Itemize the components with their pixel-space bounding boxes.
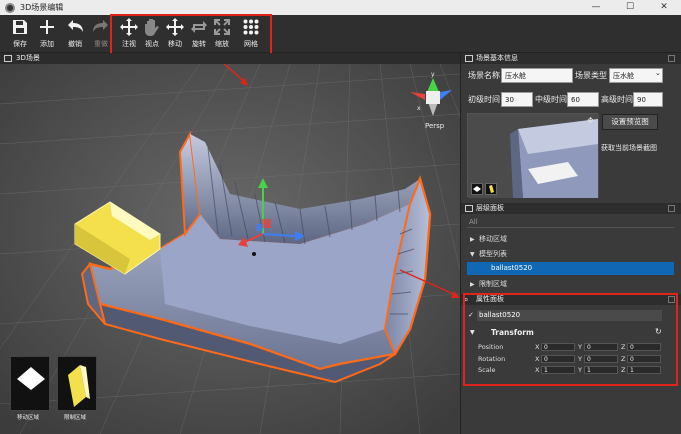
capture-screenshot-button[interactable]: 获取当前场景截图 xyxy=(601,143,657,153)
window-title: 3D场景编辑 xyxy=(20,3,64,12)
properties-highlight-box xyxy=(463,293,678,386)
pin-icon[interactable] xyxy=(668,55,675,62)
crosshair-icon: ✥ xyxy=(587,116,594,125)
close-button[interactable]: ✕ xyxy=(647,0,681,15)
toolbar: 保存 添加 撤销 重做 注视 视点 移动 旋转 缩放 网格 xyxy=(0,15,681,53)
tree-item-limit-region[interactable]: ▶ 限制区域 xyxy=(467,278,674,291)
axis-x-label: x xyxy=(417,105,421,112)
axis-y-label: y xyxy=(431,71,435,78)
middle-time-input[interactable]: 60 xyxy=(567,92,599,107)
asset-move-region[interactable] xyxy=(10,356,50,411)
limit-region-thumbnail-icon xyxy=(68,365,90,407)
camera-mode-label: Persp xyxy=(425,122,445,130)
collapse-arrow-icon[interactable]: ▼ xyxy=(470,248,475,261)
tree-item-model-list[interactable]: ▼ 模型列表 xyxy=(467,248,674,261)
pin-icon[interactable] xyxy=(668,205,675,212)
scene-name-label: 场景名称 xyxy=(468,71,500,80)
scene-type-label: 场景类型 xyxy=(575,71,607,80)
right-panels: 场景基本信息 场景名称 压水舱 场景类型 压水舱 ⌄ 初级时间 30 中级时间 … xyxy=(460,53,681,434)
chevron-down-icon[interactable]: ⌄ xyxy=(655,69,661,77)
junior-time-input[interactable]: 30 xyxy=(501,92,533,107)
tree-item-move-region[interactable]: ▶ 移动区域 xyxy=(467,233,674,246)
maximize-button[interactable]: ☐ xyxy=(613,0,647,15)
asset-limit-region[interactable] xyxy=(57,356,97,411)
toolbar-highlight-box xyxy=(110,14,272,56)
scene-viewport[interactable]: y x Persp 移动区域 限制区域 xyxy=(0,64,460,434)
senior-time-input[interactable]: 90 xyxy=(633,92,663,107)
senior-time-label: 高级时间 xyxy=(601,95,633,104)
expand-arrow-icon[interactable]: ▶ xyxy=(470,278,475,291)
minimize-button[interactable]: — xyxy=(579,0,613,15)
scene-name-input[interactable]: 压水舱 xyxy=(501,68,573,83)
asset-limit-region-label: 限制区域 xyxy=(64,415,87,421)
window-controls: — ☐ ✕ xyxy=(579,0,681,15)
hierarchy-search-input[interactable]: All xyxy=(467,217,674,228)
save-icon xyxy=(7,17,33,37)
undo-icon xyxy=(62,17,88,37)
middle-time-label: 中级时间 xyxy=(535,95,567,104)
preview-move-region-icon xyxy=(471,183,483,195)
viewport-icon xyxy=(4,55,12,62)
plus-icon xyxy=(34,17,60,37)
title-bar: 3D场景编辑 — ☐ ✕ xyxy=(0,0,681,15)
junior-time-label: 初级时间 xyxy=(468,95,500,104)
panel-icon xyxy=(465,55,473,62)
expand-arrow-icon[interactable]: ▶ xyxy=(470,233,475,246)
save-button[interactable]: 保存 xyxy=(7,17,33,51)
tree-item-ballast0520[interactable]: ballast0520 xyxy=(467,262,674,275)
preview-image: ✥ xyxy=(467,113,599,198)
move-region-thumbnail-icon xyxy=(17,367,45,390)
app-icon xyxy=(5,2,15,13)
asset-move-region-label: 移动区域 xyxy=(17,415,40,421)
scene-info-header: 场景基本信息 xyxy=(461,53,681,64)
add-button[interactable]: 添加 xyxy=(34,17,60,51)
hierarchy-header: 层级面板 xyxy=(461,203,681,214)
panel-icon xyxy=(465,205,473,212)
viewport-tab[interactable]: 3D场景 xyxy=(0,53,460,64)
preview-limit-region-icon xyxy=(485,183,497,195)
set-preview-button[interactable]: 设置预览图 xyxy=(602,114,658,130)
undo-button[interactable]: 撤销 xyxy=(62,17,88,51)
